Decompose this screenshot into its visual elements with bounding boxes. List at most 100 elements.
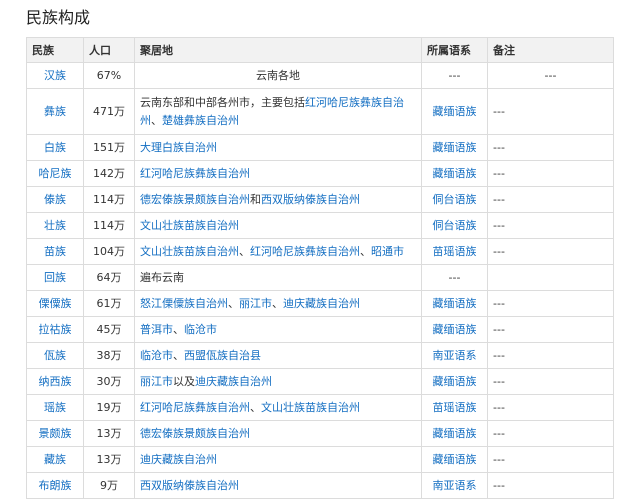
ethnicity-link[interactable]: 傣族 — [26, 186, 84, 213]
population-cell: 9万 — [83, 472, 135, 499]
ethnicity-link[interactable]: 景颇族 — [26, 420, 84, 447]
header-population: 人口 — [83, 37, 135, 63]
language-family-link[interactable]: 侗台语族 — [421, 212, 488, 239]
settlement-cell: 德宏傣族景颇族自治州和西双版纳傣族自治州 — [134, 186, 422, 213]
settlement-cell: 文山壮族苗族自治州 — [134, 212, 422, 239]
language-family-link[interactable]: 苗瑶语族 — [421, 394, 488, 421]
language-family-link[interactable]: 藏缅语族 — [421, 134, 488, 161]
ethnicity-link[interactable]: 彝族 — [26, 88, 84, 135]
settlement-cell: 大理白族自治州 — [134, 134, 422, 161]
settlement-link[interactable]: 丽江市 — [140, 375, 173, 388]
settlement-link[interactable]: 临沧市 — [140, 349, 173, 362]
section-heading: 民族构成 — [26, 8, 91, 27]
notes-cell: --- — [487, 368, 614, 395]
table-row: 景颇族 13万 德宏傣族景颇族自治州 藏缅语族 --- — [26, 420, 614, 447]
ethnicity-link[interactable]: 纳西族 — [26, 368, 84, 395]
population-cell: 30万 — [83, 368, 135, 395]
notes-cell: --- — [487, 472, 614, 499]
settlement-link[interactable]: 迪庆藏族自治州 — [195, 375, 272, 388]
table-row: 瑶族 19万 红河哈尼族彝族自治州、文山壮族苗族自治州 苗瑶语族 --- — [26, 394, 614, 421]
language-family-link[interactable]: 藏缅语族 — [421, 446, 488, 473]
settlement-cell: 普洱市、临沧市 — [134, 316, 422, 343]
table-row: 布朗族 9万 西双版纳傣族自治州 南亚语系 --- — [26, 472, 614, 499]
language-family-link[interactable]: 南亚语系 — [421, 342, 488, 369]
language-family-link[interactable]: 藏缅语族 — [421, 316, 488, 343]
settlement-text: 、 — [239, 244, 250, 258]
language-family-cell: --- — [421, 264, 488, 291]
header-language-family: 所属语系 — [421, 37, 488, 63]
settlement-link[interactable]: 文山壮族苗族自治州 — [261, 401, 360, 414]
settlement-link[interactable]: 德宏傣族景颇族自治州 — [140, 193, 250, 206]
ethnicity-link[interactable]: 白族 — [26, 134, 84, 161]
settlement-cell: 文山壮族苗族自治州、红河哈尼族彝族自治州、昭通市 — [134, 238, 422, 265]
settlement-link[interactable]: 红河哈尼族彝族自治州 — [250, 245, 360, 258]
ethnicity-link[interactable]: 瑶族 — [26, 394, 84, 421]
settlement-link[interactable]: 西双版纳傣族自治州 — [261, 193, 360, 206]
settlement-link[interactable]: 迪庆藏族自治州 — [283, 297, 360, 310]
settlement-link[interactable]: 怒江傈僳族自治州 — [140, 297, 228, 310]
settlement-text: 、 — [250, 400, 261, 414]
settlement-cell: 怒江傈僳族自治州、丽江市、迪庆藏族自治州 — [134, 290, 422, 317]
population-cell: 151万 — [83, 134, 135, 161]
ethnicity-link[interactable]: 哈尼族 — [26, 160, 84, 187]
language-family-link[interactable]: 藏缅语族 — [421, 420, 488, 447]
settlement-link[interactable]: 楚雄彝族自治州 — [162, 114, 239, 127]
settlement-link[interactable]: 文山壮族苗族自治州 — [140, 245, 239, 258]
header-notes: 备注 — [487, 37, 614, 63]
settlement-cell: 德宏傣族景颇族自治州 — [134, 420, 422, 447]
ethnicity-link[interactable]: 藏族 — [26, 446, 84, 473]
page: 民族构成 民族 人口 聚居地 所属语系 备注 汉族 67% 云南各地 --- --- 彝族… — [0, 0, 620, 499]
population-cell: 471万 — [83, 88, 135, 135]
settlement-link[interactable]: 西盟佤族自治县 — [184, 349, 261, 362]
settlement-cell: 遍布云南 — [134, 264, 422, 291]
notes-cell: --- — [487, 446, 614, 473]
ethnicity-link[interactable]: 布朗族 — [26, 472, 84, 499]
population-cell: 114万 — [83, 186, 135, 213]
language-family-link[interactable]: 南亚语系 — [421, 472, 488, 499]
header-ethnicity: 民族 — [26, 37, 84, 63]
population-cell: 67% — [83, 62, 135, 89]
settlement-text: 云南各地 — [256, 68, 300, 82]
language-family-link[interactable]: 藏缅语族 — [421, 160, 488, 187]
settlement-link[interactable]: 临沧市 — [184, 323, 217, 336]
settlement-link[interactable]: 丽江市 — [239, 297, 272, 310]
ethnicity-link[interactable]: 傈僳族 — [26, 290, 84, 317]
settlement-link[interactable]: 大理白族自治州 — [140, 141, 217, 154]
settlement-link[interactable]: 西双版纳傣族自治州 — [140, 479, 239, 492]
language-family-link[interactable]: 苗瑶语族 — [421, 238, 488, 265]
header-settlement: 聚居地 — [134, 37, 422, 63]
settlement-link[interactable]: 文山壮族苗族自治州 — [140, 219, 239, 232]
settlement-link[interactable]: 普洱市 — [140, 323, 173, 336]
notes-cell — [487, 264, 614, 291]
settlement-link[interactable]: 昭通市 — [371, 245, 404, 258]
notes-cell: --- — [487, 186, 614, 213]
language-family-cell: --- — [421, 62, 488, 89]
settlement-link[interactable]: 红河哈尼族彝族自治州 — [140, 401, 250, 414]
table-row: 壮族 114万 文山壮族苗族自治州 侗台语族 --- — [26, 212, 614, 239]
ethnicity-link[interactable]: 佤族 — [26, 342, 84, 369]
ethnicity-link[interactable]: 苗族 — [26, 238, 84, 265]
ethnicity-link[interactable]: 回族 — [26, 264, 84, 291]
language-family-link[interactable]: 藏缅语族 — [421, 368, 488, 395]
settlement-text: 云南东部和中部各州市，主要包括 — [140, 95, 305, 109]
settlement-cell: 红河哈尼族彝族自治州 — [134, 160, 422, 187]
language-family-link[interactable]: 藏缅语族 — [421, 290, 488, 317]
settlement-text: 、 — [173, 322, 184, 336]
ethnicity-link[interactable]: 汉族 — [26, 62, 84, 89]
ethnicity-link[interactable]: 拉祜族 — [26, 316, 84, 343]
settlement-link[interactable]: 红河哈尼族彝族自治州 — [140, 167, 250, 180]
table-row: 汉族 67% 云南各地 --- --- — [26, 62, 614, 89]
settlement-link[interactable]: 迪庆藏族自治州 — [140, 453, 217, 466]
language-family-link[interactable]: 侗台语族 — [421, 186, 488, 213]
table-row: 白族 151万 大理白族自治州 藏缅语族 --- — [26, 134, 614, 161]
notes-cell: --- — [487, 134, 614, 161]
settlement-cell: 云南各地 — [134, 62, 422, 89]
ethnicity-link[interactable]: 壮族 — [26, 212, 84, 239]
notes-cell: --- — [487, 420, 614, 447]
settlement-cell: 迪庆藏族自治州 — [134, 446, 422, 473]
language-family-link[interactable]: 藏缅语族 — [421, 88, 488, 135]
settlement-text: 、 — [228, 296, 239, 310]
settlement-text: 、 — [360, 244, 371, 258]
settlement-link[interactable]: 德宏傣族景颇族自治州 — [140, 427, 250, 440]
table-row: 藏族 13万 迪庆藏族自治州 藏缅语族 --- — [26, 446, 614, 473]
